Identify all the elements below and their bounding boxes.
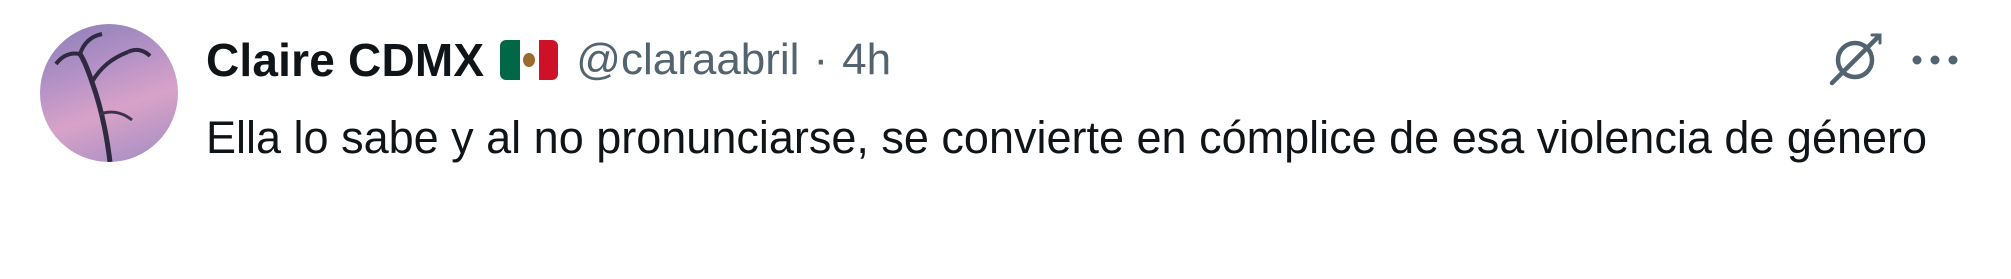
- more-options-icon[interactable]: [1905, 30, 1965, 90]
- avatar[interactable]: [40, 24, 178, 162]
- user-handle[interactable]: @claraabril: [576, 35, 799, 85]
- avatar-image: [54, 32, 152, 162]
- separator-dot: ·: [813, 35, 829, 84]
- tweet[interactable]: Claire CDMX @claraabril · 4h Ella lo sab…: [0, 0, 2011, 279]
- display-name[interactable]: Claire CDMX: [206, 33, 484, 87]
- grok-icon[interactable]: [1825, 30, 1885, 90]
- tweet-text: Ella lo sabe y al no pronunciarse, se co…: [206, 112, 1928, 163]
- timestamp[interactable]: 4h: [842, 35, 891, 85]
- tweet-header: Claire CDMX @claraabril · 4h: [206, 28, 891, 92]
- mexico-flag-icon: [500, 40, 559, 80]
